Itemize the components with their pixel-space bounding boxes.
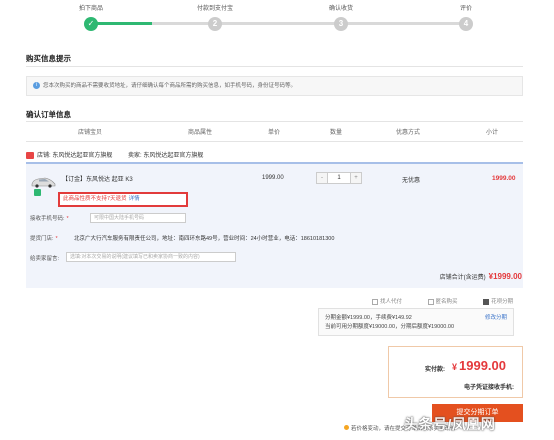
return-policy-warning: 此商品性质不支持7天退货 详情 [58, 192, 188, 207]
checkbox[interactable] [372, 298, 378, 305]
payment-summary: 实付款: ¥1999.00 电子凭证接收手机: [388, 346, 523, 398]
step-2-label: 付款到支付宝 [196, 6, 233, 12]
anonymous-option[interactable]: 匿名购买 [427, 298, 470, 305]
pay-label: 实付款: [425, 367, 445, 373]
info-icon: i [33, 82, 40, 90]
voucher-phone-label: 电子凭证接收手机: [464, 385, 514, 391]
warning-text: 此商品性质不支持7天退货 [63, 196, 127, 202]
phone-label: 接收手机号码: * [30, 214, 71, 222]
step-3-number: 3 [334, 17, 348, 31]
order-item: 【订金】东风悦达 起亚 K3 1999.00 - 1 + 无优惠 1999.00… [26, 162, 523, 288]
checkbox-checked[interactable] [483, 298, 490, 305]
step-4-label: 评价 [459, 6, 472, 12]
step-2-number: 2 [208, 17, 222, 31]
store-info: 北京广大行汽车服务有限责任公司，地址：南四环东路49号，营业时间：24小时营业，… [74, 236, 335, 242]
col-attr: 商品属性 [188, 130, 213, 136]
installment-credit: 当前可用分期额度¥19000.00，分期后额度¥19000.00 [325, 324, 454, 330]
quantity-stepper[interactable]: - 1 + [316, 172, 362, 184]
shop-total-label: 店铺合计(含运费) [439, 275, 486, 281]
pay-amount: ¥1999.00 [452, 358, 506, 373]
col-product: 店铺宝贝 [78, 130, 103, 136]
qty-minus-button[interactable]: - [317, 173, 327, 183]
purchase-notice: i 您本次购买的商品不需要收货地址，请仔细确认每个商品所需的购买信息，如手机号码，… [26, 76, 523, 96]
product-name[interactable]: 【订金】东风悦达 起亚 K3 [62, 174, 133, 183]
installment-summary: 分期金额¥1999.00，手续费¥149.92 当前可用分期额度¥19000.0… [318, 308, 514, 336]
purchase-notice-text: 您本次购买的商品不需要收货地址，请仔细确认每个商品所需的购买信息，如手机号码，身… [43, 83, 297, 89]
tip-icon [344, 425, 349, 430]
watermark: 头条号/凤凰网 [404, 416, 496, 432]
message-label: 给卖家留言: [30, 256, 60, 262]
col-promo: 优惠方式 [396, 130, 421, 136]
store-label-text: 提货门店: [30, 236, 54, 242]
checkbox[interactable] [427, 298, 434, 305]
step-4-number: 4 [459, 17, 473, 31]
proxy-pay-label: 找人代付 [380, 299, 403, 305]
unit-price: 1999.00 [262, 175, 284, 181]
details-link[interactable]: 详情 [129, 196, 140, 202]
tag-icon [34, 189, 41, 196]
store-label: 提货门店: * [30, 234, 60, 242]
shop-row: 店铺: 东风悦达起亚官方旗舰 卖家: 东风悦达起亚官方旗舰 [26, 150, 523, 159]
item-subtotal: 1999.00 [492, 175, 516, 182]
phone-label-text: 接收手机号码: [30, 216, 65, 222]
step-1: 拍下商品 ✓ [46, 4, 136, 31]
anonymous-label: 匿名购买 [435, 299, 458, 305]
divider [26, 141, 523, 142]
order-options: 找人代付 匿名购买 花呗分期 [372, 297, 525, 305]
message-input[interactable]: 选填:对本次交易的说明(建议填写已和卖家协商一致的内容) [66, 252, 236, 262]
shop-total: 店铺合计(含运费) ¥1999.00 [440, 272, 522, 281]
required-mark: * [66, 216, 69, 222]
col-qty: 数量 [330, 130, 343, 136]
pay-amount-value: 1999.00 [459, 358, 507, 373]
shop-name[interactable]: 店铺: 东风悦达起亚官方旗舰 [37, 153, 112, 159]
step-3-label: 确认收货 [328, 6, 353, 12]
required-mark: * [55, 236, 58, 242]
step-4: 评价 4 [421, 4, 511, 31]
purchase-info-title: 购买信息提示 [26, 54, 71, 63]
proxy-pay-option[interactable]: 找人代付 [372, 298, 414, 305]
qty-plus-button[interactable]: + [351, 173, 361, 183]
step-3: 确认收货 3 [296, 4, 386, 31]
car-thumbnail[interactable] [30, 176, 56, 188]
step-1-label: 拍下商品 [78, 6, 103, 12]
shop-total-value: ¥1999.00 [488, 272, 522, 281]
divider [26, 121, 523, 122]
col-price: 单价 [268, 130, 281, 136]
promo-text: 无优惠 [402, 178, 421, 184]
order-title: 确认订单信息 [26, 110, 71, 119]
divider [26, 66, 523, 67]
table-header: 店铺宝贝 商品属性 单价 数量 优惠方式 小计 [26, 127, 523, 139]
shop-icon [26, 151, 34, 159]
check-icon: ✓ [84, 17, 98, 31]
phone-input[interactable]: 可限中国大陆手机号码 [90, 213, 186, 223]
col-subtotal: 小计 [486, 130, 499, 136]
seller-name[interactable]: 卖家: 东风悦达起亚官方旗舰 [128, 153, 203, 159]
installment-amount: 分期金额¥1999.00，手续费¥149.92 [325, 315, 412, 321]
edit-installment-link[interactable]: 修改分期 [485, 314, 507, 323]
qty-input[interactable]: 1 [327, 173, 351, 183]
step-2: 付款到支付宝 2 [170, 4, 260, 31]
installment-option[interactable]: 花呗分期 [483, 298, 525, 305]
installment-label: 花呗分期 [491, 299, 514, 305]
currency-symbol: ¥ [452, 362, 458, 372]
